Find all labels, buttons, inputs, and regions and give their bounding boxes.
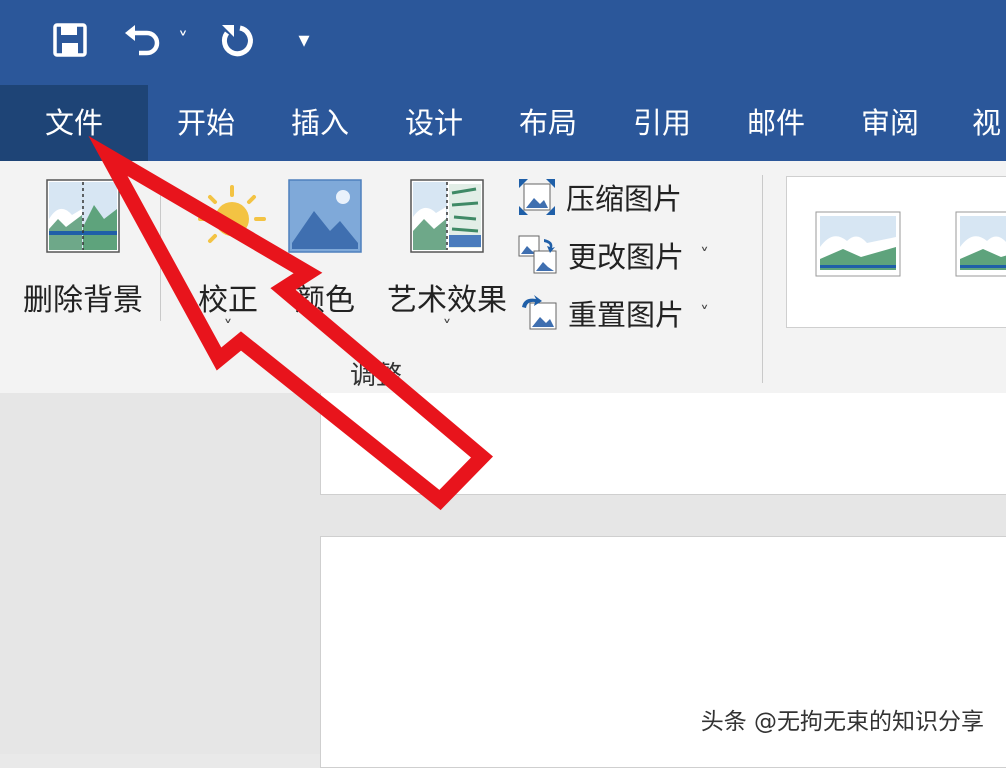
annotation-arrow xyxy=(88,135,494,511)
watermark: 头条 @无拘无束的知识分享 xyxy=(700,709,984,735)
